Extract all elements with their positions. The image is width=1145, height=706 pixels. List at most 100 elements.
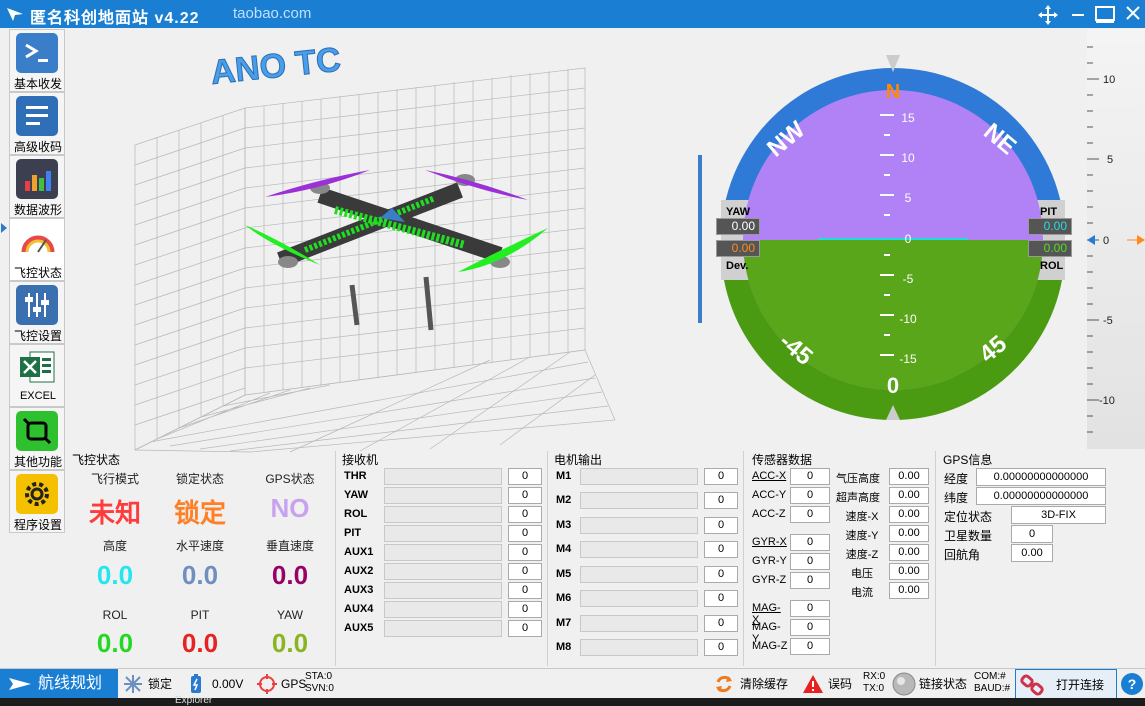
hud-side-scrollbar[interactable] — [698, 155, 702, 323]
svn-count: SVN:0 — [305, 683, 334, 694]
sensor-name-link[interactable]: ACC-X — [752, 470, 788, 482]
com-port: COM:# — [974, 671, 1006, 682]
maximize-icon[interactable] — [1094, 4, 1116, 24]
gps-panel: GPS信息 经度 0.00000000000000 纬度 0.000000000… — [941, 451, 1106, 666]
open-connection-button[interactable]: 打开连接 — [1015, 669, 1117, 699]
motor-name: M1 — [556, 470, 572, 482]
minimize-icon[interactable] — [1068, 4, 1088, 24]
terminal-icon — [16, 33, 58, 73]
sensor-value: 0 — [790, 572, 830, 589]
scale-pointer-right — [1137, 235, 1145, 245]
lock-status: 锁定 — [148, 677, 173, 691]
panel-title: 接收机 — [342, 453, 379, 467]
taskbar-explorer-label[interactable]: Explorer — [175, 695, 212, 706]
sidebar-item-flight-status[interactable]: 飞控状态 — [9, 218, 65, 281]
scale-tick: -10 — [1099, 395, 1115, 407]
sidebar-item-label: 高级收码 — [13, 140, 62, 154]
sidebar: 基本收发 高级收码 数据波形 飞控状态 飞控设置 EXCEL 其他功能 程序设置 — [9, 29, 65, 533]
gauge-icon — [16, 222, 58, 262]
sidebar-item-flight-settings[interactable]: 飞控设置 — [9, 281, 65, 344]
move-icon[interactable] — [1037, 4, 1059, 26]
rol-cell: ROL 0.0 — [70, 608, 160, 659]
sidebar-item-program-settings[interactable]: 程序设置 — [9, 470, 65, 533]
channel-bar — [384, 487, 502, 504]
receiver-channel-row: YAW 0 — [340, 487, 550, 505]
sidebar-item-other-functions[interactable]: 其他功能 — [9, 407, 65, 470]
motor-value: 0 — [704, 639, 738, 656]
motor-row: M6 0 — [552, 590, 742, 608]
pitch-tick: 0 — [905, 232, 912, 246]
pit-label: PIT — [1040, 206, 1058, 218]
sensor-name: 超声高度 — [836, 492, 880, 504]
motor-row: M8 0 — [552, 639, 742, 657]
horizontal-speed-cell: 水平速度 0.0 — [155, 537, 245, 591]
stat-value: 0.0 — [181, 560, 219, 590]
battery-voltage: 0.00V — [212, 677, 244, 691]
motor-value: 0 — [704, 590, 738, 607]
stat-value: NO — [270, 493, 310, 523]
receiver-channel-row: AUX4 0 — [340, 601, 550, 619]
gear-icon — [16, 474, 58, 514]
channel-value: 0 — [508, 487, 542, 504]
vertical-speed-cell: 垂直速度 0.0 — [245, 537, 335, 591]
sensor-value: 0 — [790, 468, 830, 485]
sta-count: STA:0 — [305, 671, 333, 682]
altitude-cell: 高度 0.0 — [70, 537, 160, 591]
gps-longitude-value: 0.00000000000000 — [976, 468, 1106, 486]
excel-icon — [16, 348, 58, 388]
sidebar-item-label: 基本收发 — [13, 77, 62, 91]
help-button[interactable]: ? — [1121, 673, 1143, 695]
sensor-value: 0 — [790, 506, 830, 523]
sidebar-collapse-icon[interactable] — [0, 222, 8, 234]
channel-name: AUX4 — [344, 603, 374, 615]
route-planning-button[interactable]: 航线规划 — [0, 669, 118, 699]
stat-label: YAW — [277, 608, 303, 622]
sidebar-item-basic-transceive[interactable]: 基本收发 — [9, 29, 65, 92]
pitch-tick: -10 — [899, 312, 917, 326]
warning-icon — [803, 675, 823, 693]
sliders-icon — [16, 285, 58, 325]
channel-name: THR — [344, 470, 367, 482]
sensor-name-link[interactable]: GYR-X — [752, 536, 788, 548]
sidebar-item-data-waveform[interactable]: 数据波形 — [9, 155, 65, 218]
channel-value: 0 — [508, 525, 542, 542]
sidebar-item-excel[interactable]: EXCEL — [9, 344, 65, 407]
motor-value: 0 — [704, 468, 738, 485]
channel-value: 0 — [508, 601, 542, 618]
sensor-value: 0 — [790, 619, 830, 636]
sidebar-item-label: 飞控设置 — [13, 329, 62, 343]
motor-value: 0 — [704, 541, 738, 558]
channel-value: 0 — [508, 544, 542, 561]
channel-bar — [384, 468, 502, 485]
gps-status-cell: GPS状态 NO — [245, 470, 335, 524]
sidebar-item-advanced-receive[interactable]: 高级收码 — [9, 92, 65, 155]
refresh-icon — [716, 675, 732, 693]
clear-cache-button[interactable]: 清除缓存 — [712, 669, 796, 699]
sensor-name: 速度-Y — [845, 530, 879, 542]
gps-status: GPS — [281, 677, 307, 691]
receiver-channel-row: PIT 0 — [340, 525, 550, 543]
motor-bar — [580, 468, 698, 485]
attitude-indicator: 15 10 5 0 -5 -10 -15 N NE NW -45 0 45 YA… — [698, 50, 1093, 430]
sensor-name: 速度-X — [845, 511, 879, 523]
motor-bar — [580, 615, 698, 632]
sensor-name: MAG-Z — [752, 640, 788, 652]
sensor-value: 0 — [790, 638, 830, 655]
channel-name: AUX5 — [344, 622, 374, 634]
channel-bar — [384, 506, 502, 523]
stat-value: 0.0 — [271, 628, 309, 658]
motor-row: M1 0 — [552, 468, 742, 486]
channel-bar — [384, 563, 502, 580]
channel-name: AUX2 — [344, 565, 374, 577]
lock-status-cell: 锁定状态 锁定 — [155, 470, 245, 530]
flight-status-panel: 飞控状态 飞行模式 未知 锁定状态 锁定 GPS状态 NO 高度 0.0 水平速度 0.0… — [70, 451, 336, 666]
sensor-name: GYR-Y — [752, 555, 787, 567]
motor-name: M8 — [556, 641, 572, 653]
drone-3d-view[interactable]: ANO TC — [130, 40, 630, 455]
motor-value: 0 — [704, 615, 738, 632]
motor-value: 0 — [704, 566, 738, 583]
stat-label: 高度 — [102, 539, 127, 553]
close-icon[interactable] — [1124, 4, 1142, 22]
gps-latitude-value: 0.00000000000000 — [976, 487, 1106, 505]
stat-value: 未知 — [88, 498, 141, 528]
